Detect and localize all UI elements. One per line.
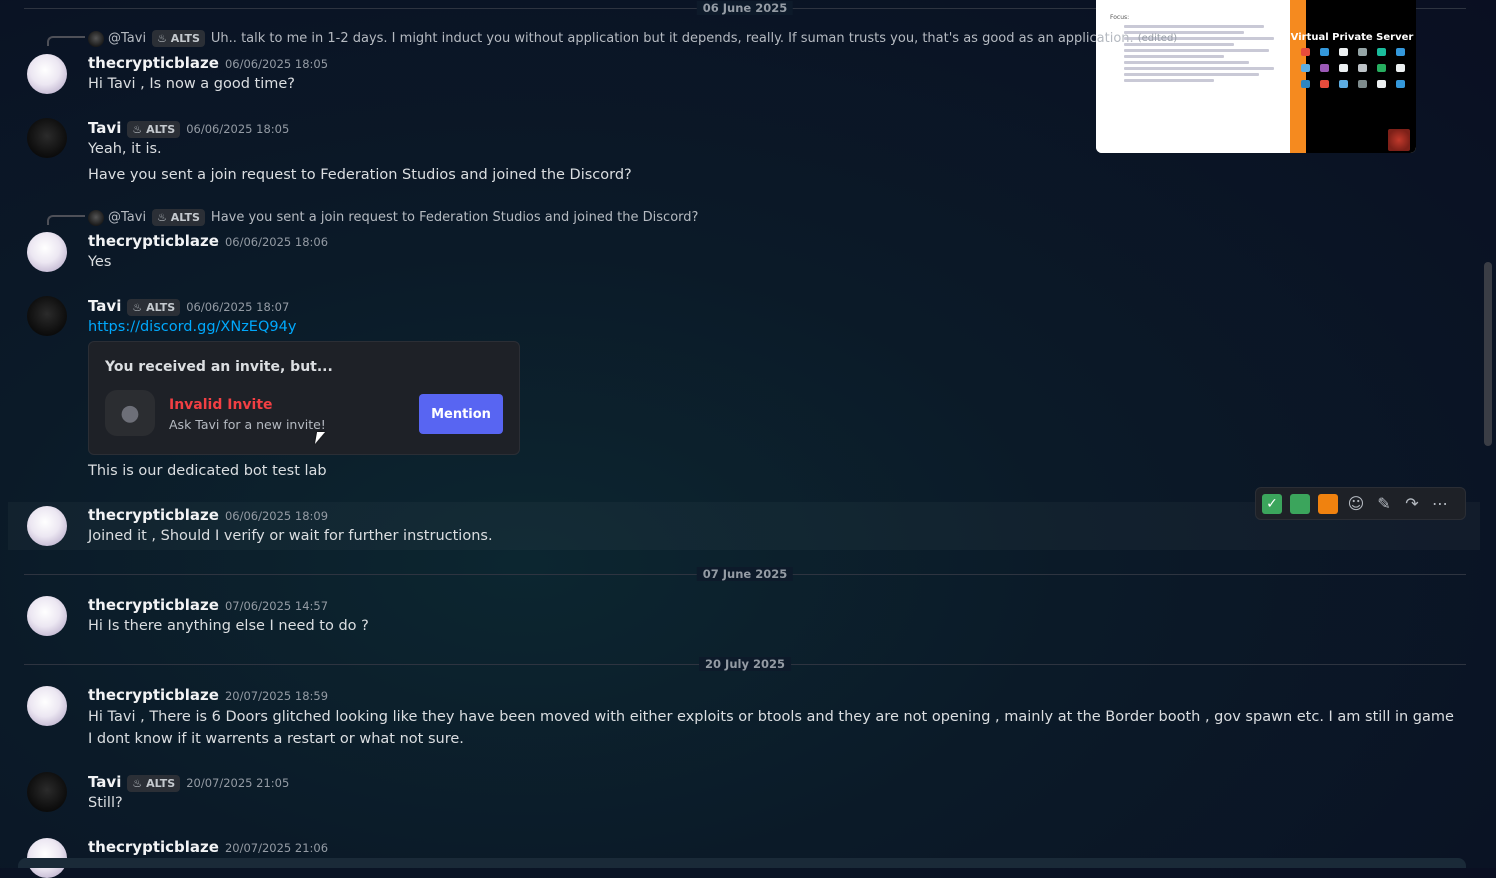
flame-icon: ♨ — [132, 123, 143, 136]
add-reaction-icon[interactable]: ☺ — [1346, 494, 1366, 514]
date-divider: 07 June 2025 — [24, 567, 1466, 581]
author-name[interactable]: Tavi ♨ ALTS 20/07/2025 21:05 — [88, 773, 289, 792]
author-name[interactable]: thecrypticblaze 20/07/2025 21:06 — [88, 838, 328, 856]
message-composer[interactable] — [18, 858, 1466, 868]
author-name[interactable]: thecrypticblaze 07/06/2025 14:57 — [88, 596, 328, 614]
message-text: Hi Is there anything else I need to do ? — [88, 618, 369, 634]
preview-icon-grid — [1301, 48, 1409, 92]
timestamp: 07/06/2025 14:57 — [224, 599, 329, 613]
timestamp: 20/07/2025 21:05 — [186, 776, 290, 790]
timestamp: 06/06/2025 18:05 — [224, 57, 329, 71]
preview-document: Focus: — [1096, 0, 1290, 153]
alts-tag: ♨ ALTS — [152, 209, 205, 226]
reply-avatar — [88, 30, 104, 47]
author-name[interactable]: Tavi ♨ ALTS 06/06/2025 18:05 — [88, 119, 289, 138]
message-text: Have you sent a join request to Federati… — [88, 167, 632, 183]
check-reaction-icon[interactable]: ✓ — [1262, 493, 1282, 514]
alts-tag: ♨ ALTS — [152, 30, 205, 47]
reply-mention[interactable]: @Tavi — [108, 31, 146, 46]
more-icon[interactable]: ⋯ — [1430, 494, 1450, 514]
reply-mention[interactable]: @Tavi — [108, 210, 146, 225]
timestamp: 20/07/2025 18:59 — [224, 689, 329, 703]
message-actions-toolbar: ✓ ☺ ✎ ↷ ⋯ — [1255, 487, 1466, 520]
flame-icon: ♨ — [132, 301, 143, 314]
author-name[interactable]: thecrypticblaze 06/06/2025 18:05 — [88, 54, 328, 72]
avatar[interactable] — [27, 772, 67, 812]
flame-icon: ♨ — [157, 211, 167, 224]
author-name[interactable]: thecrypticblaze 20/07/2025 18:59 — [88, 686, 328, 704]
avatar[interactable] — [27, 296, 67, 336]
author-name[interactable]: thecrypticblaze 06/06/2025 18:06 — [88, 232, 328, 250]
avatar[interactable] — [27, 686, 67, 726]
chat-messages: 06 June 2025 Focus: Virtual Private Serv… — [0, 0, 1482, 878]
message-text: Still? — [88, 795, 123, 811]
invite-error: Invalid Invite — [169, 397, 273, 413]
date-divider-label: 20 July 2025 — [699, 657, 791, 671]
preview-focus-label: Focus: — [1110, 14, 1130, 21]
flame-icon: ♨ — [132, 777, 143, 790]
reply-reference[interactable]: @Tavi ♨ ALTS Have you sent a join reques… — [88, 209, 698, 226]
orange-square-reaction-icon[interactable] — [1318, 493, 1338, 514]
green-square-reaction-icon[interactable] — [1290, 493, 1310, 514]
author-name[interactable]: Tavi ♨ ALTS 06/06/2025 18:07 — [88, 297, 289, 316]
message-text: This is our dedicated bot test lab — [88, 463, 327, 479]
reply-avatar — [88, 209, 104, 226]
date-divider-label: 06 June 2025 — [696, 1, 794, 15]
invite-embed: You received an invite, but... ● Invalid… — [88, 341, 520, 455]
invite-subtext: Ask Tavi for a new invite! — [169, 417, 326, 432]
mention-button[interactable]: Mention — [419, 394, 503, 434]
timestamp: 06/06/2025 18:07 — [186, 300, 290, 314]
message-text: Yeah, it is. — [88, 141, 162, 157]
alts-tag: ♨ ALTS — [127, 121, 181, 138]
date-divider: 20 July 2025 — [24, 657, 1466, 671]
preview-title: Virtual Private Server — [1290, 32, 1414, 43]
reply-reference[interactable]: @Tavi ♨ ALTS Uh.. talk to me in 1-2 days… — [88, 30, 1177, 47]
reply-text: Uh.. talk to me in 1-2 days. I might ind… — [210, 31, 1134, 46]
invite-link[interactable]: https://discord.gg/XNzEQ94y — [88, 319, 296, 335]
author-name[interactable]: thecrypticblaze 06/06/2025 18:09 — [88, 506, 328, 524]
timestamp: 06/06/2025 18:09 — [224, 509, 329, 523]
invalid-server-icon: ● — [105, 390, 155, 436]
date-divider-label: 07 June 2025 — [696, 567, 794, 581]
flame-icon: ♨ — [157, 32, 167, 45]
message-text: Yes — [88, 254, 112, 270]
reply-text: Have you sent a join request to Federati… — [210, 210, 699, 225]
avatar[interactable] — [27, 232, 67, 272]
avatar[interactable] — [27, 118, 67, 158]
avatar[interactable] — [27, 506, 67, 546]
scrollbar-thumb[interactable] — [1484, 262, 1492, 446]
avatar[interactable] — [27, 54, 67, 94]
alts-tag: ♨ ALTS — [127, 299, 181, 316]
avatar[interactable] — [27, 596, 67, 636]
message-text: Joined it , Should I verify or wait for … — [88, 528, 493, 544]
alts-tag: ♨ ALTS — [127, 775, 181, 792]
edit-icon[interactable]: ✎ — [1374, 494, 1394, 514]
timestamp: 06/06/2025 18:06 — [224, 235, 329, 249]
invite-title: You received an invite, but... — [105, 359, 333, 375]
message-text: Hi Tavi , Is now a good time? — [88, 76, 296, 92]
timestamp: 20/07/2025 21:06 — [224, 841, 329, 855]
preview-thumbnail — [1388, 129, 1410, 151]
forward-icon[interactable]: ↷ — [1402, 494, 1422, 514]
link-preview-image[interactable]: Focus: Virtual Private Server — [1096, 0, 1416, 153]
message-text: Hi Tavi , There is 6 Doors glitched look… — [88, 709, 1454, 747]
timestamp: 06/06/2025 18:05 — [186, 122, 290, 136]
edited-label: (edited) — [1137, 33, 1178, 44]
